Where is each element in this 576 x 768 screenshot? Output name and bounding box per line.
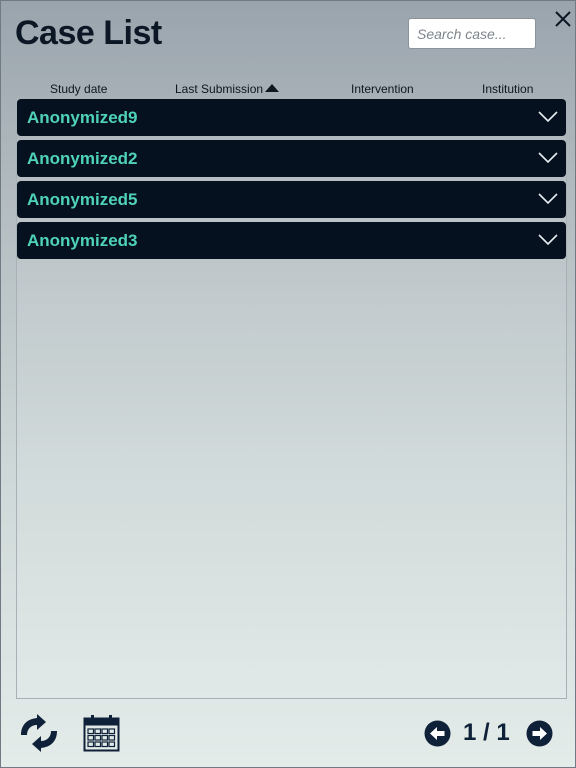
sort-ascending-icon	[265, 84, 280, 92]
case-name: Anonymized2	[27, 149, 138, 168]
page-title: Case List	[15, 14, 162, 52]
search-input[interactable]	[408, 18, 536, 49]
chevron-down-icon[interactable]	[538, 234, 558, 246]
case-name: Anonymized9	[27, 108, 138, 127]
case-name: Anonymized3	[27, 231, 138, 250]
column-header-last-submission[interactable]: Last Submission	[175, 79, 280, 99]
column-header-institution[interactable]: Institution	[482, 79, 533, 99]
page-indicator: 1 / 1	[463, 719, 510, 746]
case-row[interactable]: Anonymized5	[17, 181, 566, 218]
case-name: Anonymized5	[27, 190, 138, 209]
column-header-intervention[interactable]: Intervention	[351, 79, 414, 99]
column-header-study-date[interactable]: Study date	[50, 79, 107, 99]
case-list-panel: Case List Study date Last Submission Int…	[0, 0, 576, 768]
chevron-down-icon[interactable]	[538, 152, 558, 164]
next-page-icon[interactable]	[526, 720, 553, 747]
case-row[interactable]: Anonymized2	[17, 140, 566, 177]
chevron-down-icon[interactable]	[538, 111, 558, 123]
case-row[interactable]: Anonymized3	[17, 222, 566, 259]
case-row[interactable]: Anonymized9	[17, 99, 566, 136]
previous-page-icon[interactable]	[424, 720, 451, 747]
column-headers: Study date Last Submission Intervention …	[1, 79, 575, 99]
calendar-icon[interactable]	[83, 714, 120, 752]
refresh-icon[interactable]	[17, 713, 61, 753]
chevron-down-icon[interactable]	[538, 193, 558, 205]
close-icon[interactable]	[553, 9, 573, 29]
column-header-label: Last Submission	[175, 82, 264, 96]
case-list: Anonymized9 Anonymized2 Anonymized5 Anon…	[16, 98, 567, 699]
